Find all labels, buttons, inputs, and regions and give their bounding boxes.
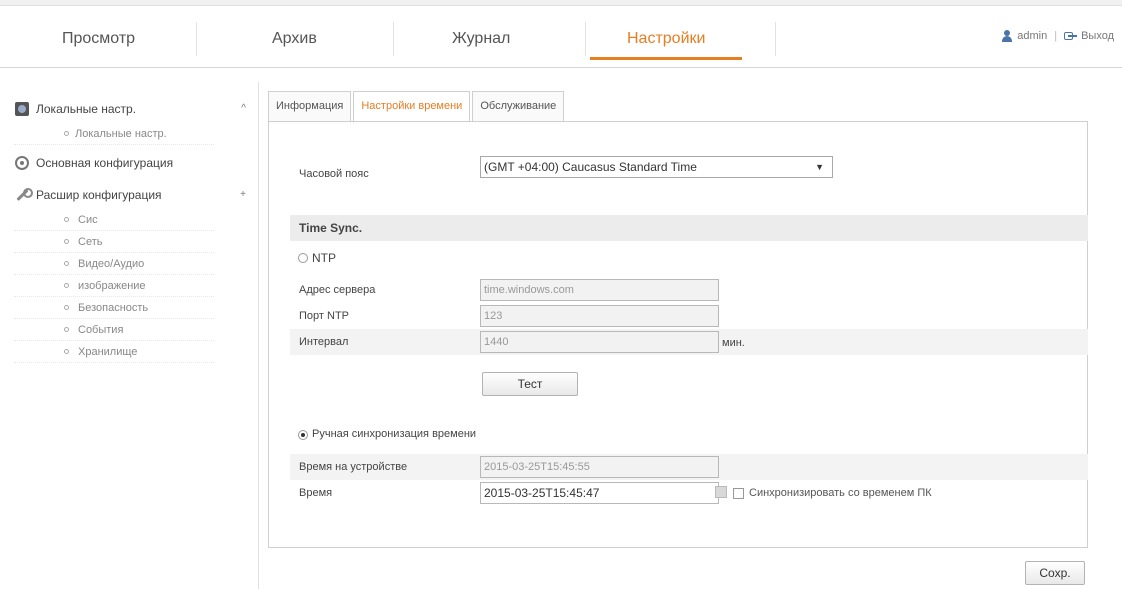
logout-link[interactable]: Выход xyxy=(1081,30,1114,42)
calendar-icon[interactable] xyxy=(715,486,727,498)
time-sync-header: Time Sync. xyxy=(290,215,1088,241)
bullet-icon xyxy=(64,283,69,288)
sidebar-item-video-audio[interactable]: Видео/Аудио xyxy=(14,253,214,275)
server-address-row: Адрес сервера time.windows.com xyxy=(290,277,1088,303)
bullet-icon xyxy=(64,239,69,244)
ntp-port-label: Порт NTP xyxy=(299,310,349,322)
nav-separator xyxy=(775,22,776,56)
chevron-down-icon: ▼ xyxy=(815,162,824,172)
nav-separator xyxy=(393,22,394,56)
manual-sync-radio[interactable] xyxy=(298,430,308,440)
sidebar-item-label: Видео/Аудио xyxy=(78,258,145,270)
bullet-icon xyxy=(64,305,69,310)
bullet-icon xyxy=(64,217,69,222)
nav-separator xyxy=(196,22,197,56)
logout-icon[interactable] xyxy=(1064,31,1078,41)
nav-tab-playback[interactable]: Архив xyxy=(272,18,317,60)
timezone-value: (GMT +04:00) Caucasus Standard Time xyxy=(484,160,697,174)
sidebar-item-label: Локальные настр. xyxy=(75,128,167,140)
sync-with-pc-checkbox[interactable] xyxy=(733,488,744,499)
interval-input[interactable]: 1440 xyxy=(480,331,719,353)
bullet-icon xyxy=(64,131,69,136)
sidebar-divider xyxy=(258,82,259,589)
sidebar-group-advanced-label: Расшир конфигурация xyxy=(36,188,162,202)
active-tab-indicator xyxy=(590,57,743,60)
server-address-label: Адрес сервера xyxy=(299,284,376,296)
ntp-radio[interactable] xyxy=(298,253,308,263)
ntp-label: NTP xyxy=(312,251,336,265)
sidebar-item-network[interactable]: Сеть xyxy=(14,231,214,253)
set-time-row: Время 2015-03-25T15:45:47 Синхронизирова… xyxy=(290,480,1088,506)
user-separator: | xyxy=(1054,30,1058,42)
time-settings-panel: Часовой пояс (GMT +04:00) Caucasus Stand… xyxy=(268,121,1088,548)
sidebar-item-local[interactable]: Локальные настр. xyxy=(14,123,214,145)
top-navigation: Просмотр Архив Журнал Настройки admin | … xyxy=(0,0,1122,68)
device-time-row: Время на устройстве 2015-03-25T15:45:55 xyxy=(290,454,1088,480)
sidebar-item-label: Сеть xyxy=(78,236,103,248)
sidebar-item-image[interactable]: изображение xyxy=(14,275,214,297)
bullet-icon xyxy=(64,261,69,266)
sidebar-item-label: изображение xyxy=(78,280,146,292)
sidebar-item-events[interactable]: События xyxy=(14,319,214,341)
sidebar-group-advanced[interactable]: Расшир конфигурация + xyxy=(14,181,254,209)
expand-caret-icon[interactable]: + xyxy=(240,181,246,209)
bullet-icon xyxy=(64,327,69,332)
nav-separator xyxy=(585,22,586,56)
tab-time-settings[interactable]: Настройки времени xyxy=(353,91,471,121)
ntp-port-input[interactable]: 123 xyxy=(480,305,719,327)
interval-row: Интервал 1440 мин. xyxy=(290,329,1088,355)
collapse-caret-icon[interactable]: ^ xyxy=(241,95,246,123)
bullet-icon xyxy=(64,349,69,354)
sidebar-group-basic-label: Основная конфигурация xyxy=(36,156,174,170)
set-time-label: Время xyxy=(299,487,333,499)
save-button[interactable]: Сохр. xyxy=(1025,561,1085,585)
local-config-icon xyxy=(15,102,29,116)
sidebar-group-local[interactable]: Локальные настр. ^ xyxy=(14,95,254,123)
interval-label: Интервал xyxy=(299,336,349,348)
sidebar-item-label: Хранилище xyxy=(78,346,138,358)
nav-tab-log[interactable]: Журнал xyxy=(452,18,510,60)
sidebar-group-basic[interactable]: Основная конфигурация xyxy=(14,149,254,177)
top-strip xyxy=(0,0,1122,6)
sidebar-group-local-label: Локальные настр. xyxy=(36,102,137,116)
username[interactable]: admin xyxy=(1017,30,1047,42)
sidebar-item-label: События xyxy=(78,324,124,336)
sidebar-item-label: Безопасность xyxy=(78,302,149,314)
sidebar-item-storage[interactable]: Хранилище xyxy=(14,341,214,363)
device-time-label: Время на устройстве xyxy=(299,461,408,473)
sidebar-item-label: Сис xyxy=(78,214,98,226)
device-time-input: 2015-03-25T15:45:55 xyxy=(480,456,719,478)
sub-tabs: Информация Настройки времени Обслуживани… xyxy=(268,91,566,121)
nav-tab-live-view[interactable]: Просмотр xyxy=(62,18,135,60)
basic-config-icon xyxy=(15,156,29,170)
test-button[interactable]: Тест xyxy=(482,372,578,396)
sync-with-pc-label: Синхронизировать со временем ПК xyxy=(749,487,932,499)
user-box: admin | Выход xyxy=(1001,30,1114,42)
ntp-port-row: Порт NTP 123 xyxy=(290,303,1088,329)
sidebar-item-security[interactable]: Безопасность xyxy=(14,297,214,319)
user-icon xyxy=(1001,30,1013,42)
nav-tab-configuration-label: Настройки xyxy=(627,30,706,47)
timezone-label: Часовой пояс xyxy=(299,168,369,180)
timezone-select[interactable]: (GMT +04:00) Caucasus Standard Time ▼ xyxy=(480,156,833,178)
nav-tab-configuration[interactable]: Настройки xyxy=(590,18,743,60)
wrench-icon xyxy=(15,188,33,202)
manual-sync-label: Ручная синхронизация времени xyxy=(312,428,477,440)
sidebar: Локальные настр. ^ Локальные настр. Осно… xyxy=(14,95,254,363)
interval-unit: мин. xyxy=(722,337,745,349)
server-address-input[interactable]: time.windows.com xyxy=(480,279,719,301)
sidebar-item-system[interactable]: Сис xyxy=(14,209,214,231)
set-time-input[interactable]: 2015-03-25T15:45:47 xyxy=(480,482,719,504)
tab-device-info[interactable]: Информация xyxy=(268,91,352,121)
tab-maintenance[interactable]: Обслуживание xyxy=(472,91,565,121)
